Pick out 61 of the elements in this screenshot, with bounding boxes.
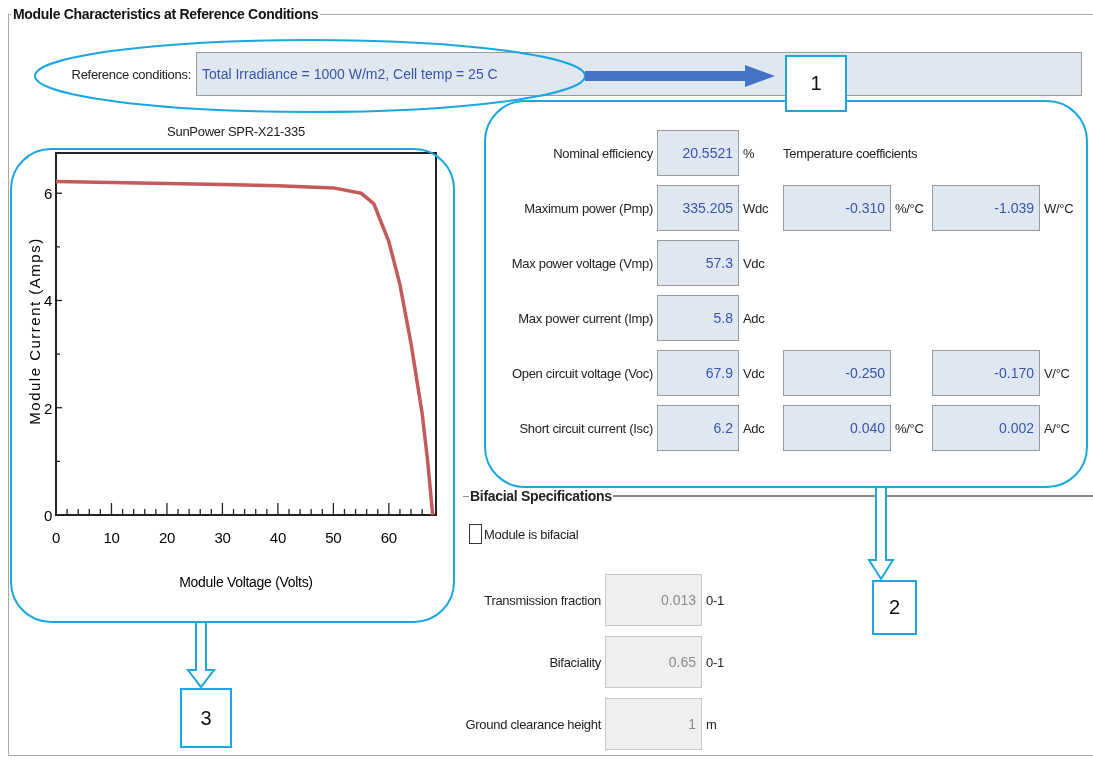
unit-label: V/°C — [1044, 365, 1071, 381]
x-tick-label: 40 — [269, 529, 286, 546]
field-label: Transmission fraction — [483, 592, 601, 608]
input-field[interactable]: 5.8 — [657, 295, 739, 341]
unit-label: W/°C — [1044, 200, 1075, 216]
down-arrow-icon — [867, 487, 895, 581]
field-label: Open circuit voltage (Voc) — [510, 365, 653, 381]
unit-label: Vdc — [743, 255, 766, 271]
input-field[interactable]: 0.002 — [932, 405, 1040, 451]
unit-label: 0-1 — [706, 592, 725, 608]
field-label: Nominal efficiency — [552, 145, 653, 161]
x-tick-label: 0 — [52, 529, 60, 546]
unit-label: Adc — [743, 310, 766, 326]
unit-label: 0-1 — [706, 654, 725, 670]
unit-label: Adc — [743, 420, 766, 436]
section-heading: Temperature coefficients — [783, 145, 919, 161]
chart-title: SunPower SPR-X21-335 — [167, 124, 305, 139]
arrow-icon — [585, 65, 775, 87]
input-field[interactable]: -0.310 — [783, 185, 891, 231]
field-label: Reference conditions: — [70, 66, 192, 82]
down-arrow-icon — [185, 622, 217, 689]
section-title: Bifacial Specifications — [469, 488, 613, 504]
y-tick-label: 2 — [43, 399, 52, 417]
unit-label: %/°C — [895, 200, 925, 216]
callout-number: 1 — [785, 55, 847, 112]
input-field[interactable]: 57.3 — [657, 240, 739, 286]
field-label: Ground clearance height — [464, 716, 601, 732]
checkbox[interactable] — [469, 524, 482, 544]
x-tick-label: 10 — [103, 529, 120, 546]
unit-label: A/°C — [1044, 420, 1071, 436]
input-field[interactable]: 0.040 — [783, 405, 891, 451]
field-label: Max power current (Imp) — [517, 310, 653, 326]
field-label: Maximum power (Pmp) — [523, 200, 653, 216]
unit-label: Wdc — [743, 200, 770, 216]
callout-number: 3 — [180, 688, 232, 748]
x-tick-label: 20 — [158, 529, 175, 546]
field-label: Max power voltage (Vmp) — [510, 255, 653, 271]
input-field[interactable]: -0.170 — [932, 350, 1040, 396]
y-tick-label: 0 — [43, 507, 52, 524]
x-tick-label: 60 — [380, 529, 397, 546]
input-field[interactable]: 335.205 — [657, 185, 739, 231]
unit-label: % — [743, 145, 756, 161]
input-field[interactable]: 67.9 — [657, 350, 739, 396]
y-tick-label: 4 — [43, 292, 52, 310]
field-label: Bifaciality — [548, 654, 601, 670]
x-tick-label: 30 — [214, 529, 231, 546]
x-tick-label: 50 — [325, 529, 342, 546]
input-field[interactable]: 6.2 — [657, 405, 739, 451]
group-title: Module Characteristics at Reference Conditions — [12, 6, 320, 22]
y-tick-label: 6 — [43, 185, 52, 203]
field-label: Short circuit current (Isc) — [518, 420, 653, 436]
x-axis-title: Module Voltage (Volts) — [179, 574, 313, 590]
y-axis-title: Module Current (Amps) — [26, 237, 43, 425]
unit-label: m — [706, 716, 718, 732]
input-field[interactable]: -0.250 — [783, 350, 891, 396]
callout-number: 2 — [872, 580, 917, 635]
unit-label: Vdc — [743, 365, 766, 381]
input-field[interactable]: 20.5521 — [657, 130, 739, 176]
unit-label: %/°C — [895, 420, 925, 436]
checkbox-label: Module is bifacial — [484, 526, 579, 542]
input-field[interactable]: -1.039 — [932, 185, 1040, 231]
